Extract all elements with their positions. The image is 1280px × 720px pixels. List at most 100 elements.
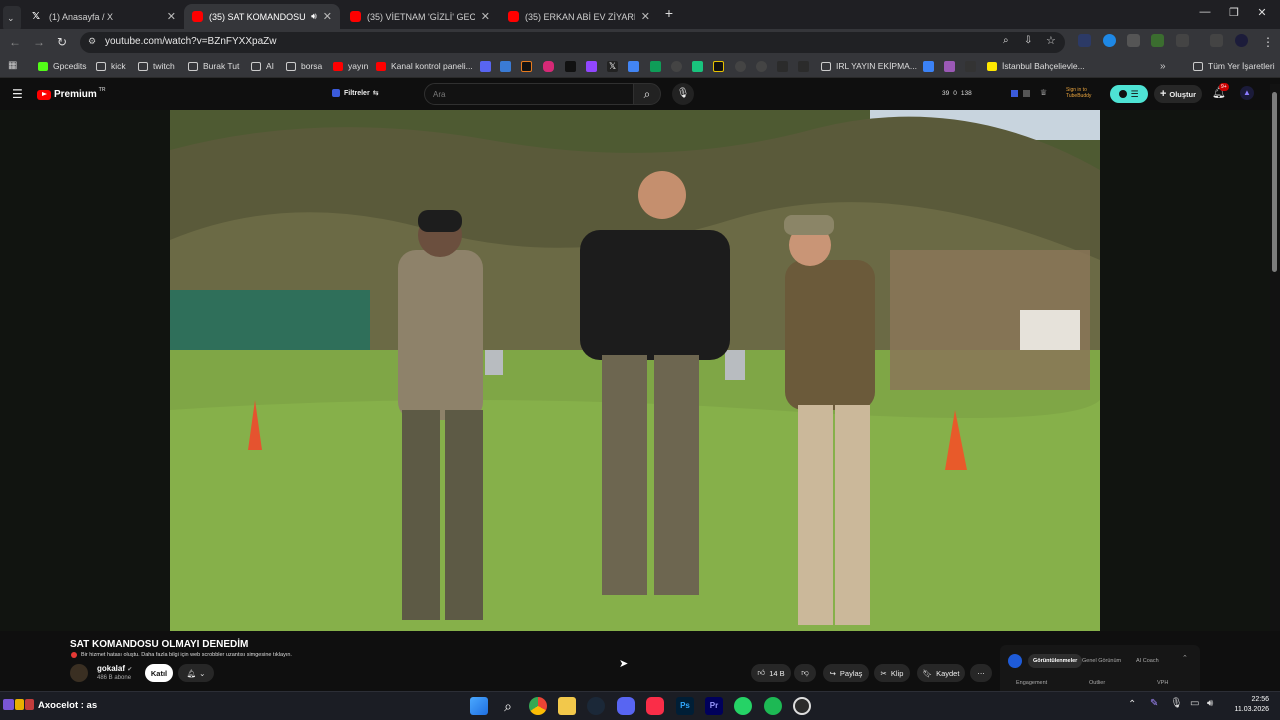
google-docs-icon[interactable] xyxy=(628,61,639,72)
page-scrollbar[interactable] xyxy=(1270,84,1280,691)
google-sheets-icon[interactable] xyxy=(650,61,661,72)
dislike-button[interactable]: 👎︎ xyxy=(794,664,816,682)
spotify-icon[interactable] xyxy=(764,697,782,715)
site-info-icon[interactable]: ⚙ xyxy=(88,36,96,47)
install-icon[interactable]: ⇩ xyxy=(1024,35,1032,46)
music-app-icon[interactable] xyxy=(646,697,664,715)
bookmark-icon[interactable] xyxy=(500,61,511,72)
extension-icon[interactable] xyxy=(1151,34,1164,47)
tab-vietnam[interactable]: (35) VİETNAM 'GİZLİ' GECE HAYATI ✕ xyxy=(342,4,498,29)
more-actions-button[interactable]: ⋯ xyxy=(970,664,992,682)
speaker-icon[interactable]: 🔊︎ xyxy=(311,11,317,22)
search-icon[interactable]: ⌕ xyxy=(499,697,517,715)
close-tab-icon[interactable]: ✕ xyxy=(323,10,332,23)
channel-avatar[interactable] xyxy=(70,664,88,682)
microphone-icon[interactable]: 🎙︎ xyxy=(1170,698,1183,709)
widget-icon[interactable] xyxy=(25,699,34,710)
tab-goruntulenmeler[interactable]: Görüntülenmeler xyxy=(1028,654,1083,668)
steam-icon[interactable] xyxy=(587,697,605,715)
whatsapp-icon[interactable] xyxy=(734,697,752,715)
tubebuddy-sign-in[interactable]: Sign in to TubeBuddy xyxy=(1066,87,1106,99)
bookmark-twitch[interactable]: twitch xyxy=(138,61,175,71)
premiere-icon[interactable]: Pr xyxy=(705,697,723,715)
like-button[interactable]: 👍︎ 14 B xyxy=(751,664,791,682)
search-button[interactable]: ⌕ xyxy=(633,83,661,105)
tab-search-button[interactable]: ⌄ xyxy=(3,6,21,31)
channel-name[interactable]: gokalaf ✔ xyxy=(97,664,132,673)
clock[interactable]: 22:56 11.03.2026 xyxy=(1225,695,1269,715)
trophy-icon[interactable]: ♕ xyxy=(1040,88,1047,97)
bookmark-icon[interactable] xyxy=(756,61,767,72)
apps-grid-icon[interactable]: ▦ xyxy=(8,60,19,71)
tab-genel-gorunum[interactable]: Genel Görünüm xyxy=(1082,654,1121,668)
bookmark-burak-tut[interactable]: Burak Tut xyxy=(188,61,239,71)
hamburger-menu-icon[interactable]: ☰ xyxy=(12,87,23,101)
chevron-up-icon[interactable]: ⌃ xyxy=(1182,654,1188,662)
instagram-icon[interactable] xyxy=(543,61,554,72)
video-player[interactable] xyxy=(0,110,1270,631)
menu-kebab-icon[interactable]: ⋮ xyxy=(1262,35,1274,49)
discord-icon[interactable] xyxy=(617,697,635,715)
bookmark-borsa[interactable]: borsa xyxy=(286,61,322,71)
bookmark-kanal-kontrol[interactable]: Kanal kontrol paneli... xyxy=(376,61,473,71)
close-window-button[interactable]: ✕ xyxy=(1253,6,1271,19)
bookmark-icon[interactable] xyxy=(692,61,703,72)
forward-arrow-icon[interactable]: → xyxy=(33,35,45,49)
extension-icon[interactable] xyxy=(1023,90,1030,97)
volume-icon[interactable]: 🔊︎ xyxy=(1207,698,1213,709)
tubebuddy-button[interactable]: ☰ xyxy=(1110,85,1148,103)
bookmark-icon[interactable] xyxy=(798,61,809,72)
tiktok-icon[interactable] xyxy=(565,61,576,72)
minimize-button[interactable]: — xyxy=(1196,6,1214,18)
bookmark-istanbul[interactable]: İstanbul Bahçelievle... xyxy=(987,61,1085,71)
all-bookmarks[interactable]: Tüm Yer İşaretleri xyxy=(1193,61,1275,71)
twitch-icon[interactable] xyxy=(586,61,597,72)
bookmark-icon[interactable] xyxy=(777,61,788,72)
extension-icon[interactable] xyxy=(1103,34,1116,47)
extension-icon[interactable] xyxy=(1127,34,1140,47)
x-logo-icon[interactable]: 𝕏 xyxy=(607,61,618,72)
new-tab-button[interactable]: + xyxy=(660,5,678,21)
tab-erkan-abi[interactable]: (35) ERKAN ABİ EV ZİYARETİ - YouTube ✕ xyxy=(500,4,658,29)
bookmark-icon[interactable] xyxy=(965,61,976,72)
start-windows-icon[interactable] xyxy=(470,697,488,715)
bookmark-icon[interactable] xyxy=(480,61,491,72)
reload-icon[interactable]: ↻ xyxy=(57,35,67,49)
bookmark-icon[interactable] xyxy=(944,61,955,72)
tab-ai-coach[interactable]: AI Coach xyxy=(1136,654,1159,668)
tab-x-home[interactable]: 𝕏 (1) Anasayfa / X ✕ xyxy=(24,4,184,29)
account-avatar[interactable]: ▲ xyxy=(1240,86,1254,100)
youtube-premium-logo[interactable]: Premium TR xyxy=(37,87,105,100)
microphone-icon[interactable]: 🎙︎ xyxy=(672,83,694,105)
create-button[interactable]: + Oluştur xyxy=(1154,85,1202,103)
address-bar[interactable]: ⚙ youtube.com/watch?v=BZnFYXXpaZw ⌕ ⇩ ☆ xyxy=(80,32,1065,53)
back-arrow-icon[interactable]: ← xyxy=(9,35,21,49)
url-text[interactable]: youtube.com/watch?v=BZnFYXXpaZw xyxy=(105,36,276,47)
close-tab-icon[interactable]: ✕ xyxy=(167,10,176,23)
profile-avatar[interactable] xyxy=(1235,34,1248,47)
bookmark-icon[interactable] xyxy=(671,61,682,72)
chevron-up-icon[interactable]: ⌃ xyxy=(1128,699,1136,710)
widget-icon[interactable] xyxy=(15,699,24,710)
share-button[interactable]: ↪ Paylaş xyxy=(823,664,869,682)
tab-sat-komandosu[interactable]: (35) SAT KOMANDOSU OLMAYI DENEDİM 🔊︎ ✕ xyxy=(184,4,340,29)
bookmark-irl-yayin[interactable]: IRL YAYIN EKİPMA... xyxy=(821,61,917,71)
restore-button[interactable]: ❐ xyxy=(1225,6,1243,19)
save-button[interactable]: 🔖︎ Kaydet xyxy=(917,664,965,682)
bookmark-icon[interactable] xyxy=(713,61,724,72)
bookmark-ai[interactable]: AI xyxy=(251,61,274,71)
extensions-puzzle-icon[interactable] xyxy=(1176,34,1189,47)
join-button[interactable]: Katıl xyxy=(145,664,173,682)
photoshop-icon[interactable]: Ps xyxy=(676,697,694,715)
pen-icon[interactable]: ✎ xyxy=(1150,698,1158,709)
bookmark-kick[interactable]: kick xyxy=(96,61,126,71)
obs-icon[interactable] xyxy=(793,697,811,715)
search-input[interactable]: Ara xyxy=(424,83,634,105)
close-tab-icon[interactable]: ✕ xyxy=(481,10,490,23)
filters-button[interactable]: Filtreler ⇆ xyxy=(332,89,379,97)
bookmark-star-icon[interactable]: ☆ xyxy=(1046,34,1056,47)
chrome-icon[interactable] xyxy=(529,697,547,715)
stream-status-label[interactable]: Axocelot : as xyxy=(38,700,97,711)
media-control-icon[interactable] xyxy=(1210,34,1223,47)
scrollbar-thumb[interactable] xyxy=(1272,92,1277,272)
